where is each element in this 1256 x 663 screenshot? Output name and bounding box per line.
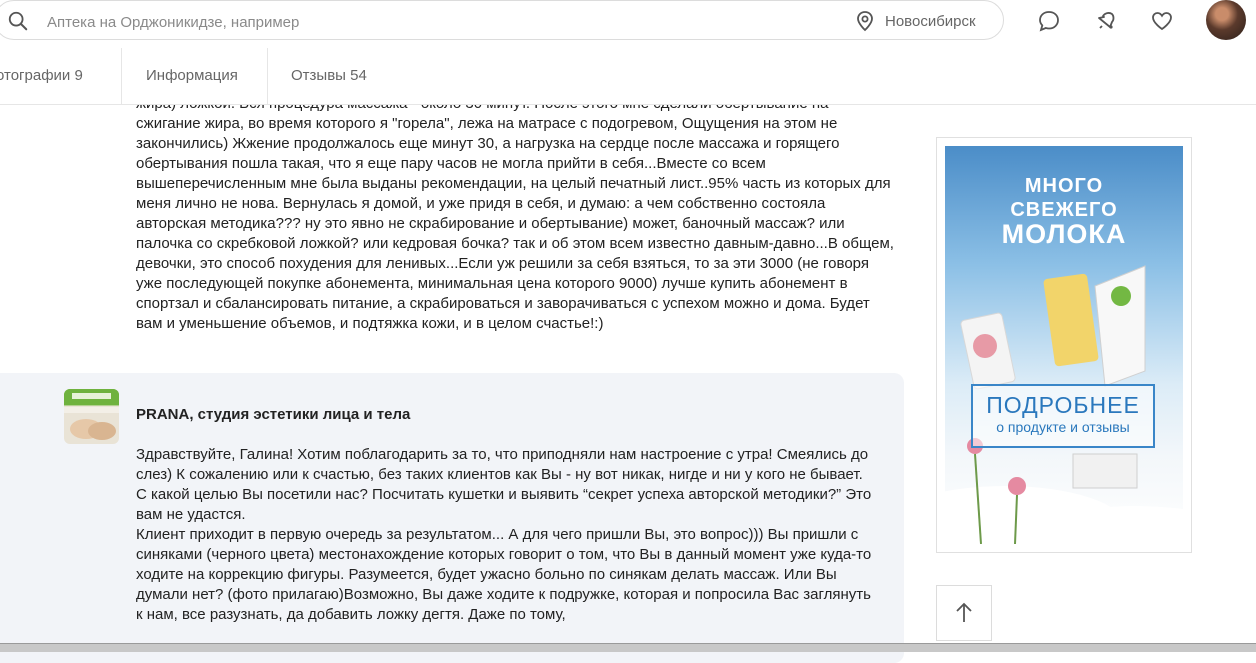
tab-bar: отографии 9 Информация Отзывы 54 [0,48,1256,105]
tab-divider [267,48,268,104]
top-bar: Новосибирск [0,0,1256,44]
response-paragraph: С какой целью Вы посетили нас? Посчитать… [136,486,872,523]
ad-title-line: МОЛОКА [1001,219,1127,249]
ad-title-line: МНОГО [1024,175,1104,197]
ad-more-sublabel: о продукте и отзывы [996,419,1130,435]
location-pin-icon [857,11,873,32]
tab-info[interactable]: Информация [146,48,238,104]
advertisement-banner[interactable]: МНОГО СВЕЖЕГО МОЛОКА ПОДРОБНЕЕ о продукт… [936,137,1192,553]
city-label: Новосибирск [885,12,976,30]
tab-photos[interactable]: отографии 9 [0,48,83,104]
organization-logo-image [64,389,119,440]
advertisement-title: МНОГО СВЕЖЕГО МОЛОКА [945,174,1183,249]
response-paragraph: Здравствуйте, Галина! Хотим поблагодарит… [136,446,869,483]
search-input[interactable] [45,10,609,34]
city-selector[interactable]: Новосибирск [855,9,976,33]
notification-icon[interactable] [1094,8,1120,34]
review-paragraph: жира) ложкой. Вся процедура массажа - ок… [136,95,894,332]
scroll-to-top-button[interactable] [936,585,992,641]
response-text: Здравствуйте, Галина! Хотим поблагодарит… [136,445,876,625]
arrow-up-icon [956,602,972,622]
avatar[interactable] [1206,0,1246,40]
search-box[interactable]: Новосибирск [0,0,1004,40]
favorites-icon[interactable] [1149,8,1175,34]
tab-divider [121,48,122,104]
ad-more-label: ПОДРОБНЕЕ [986,392,1140,418]
review-text: жира) ложкой. Вся процедура массажа - ок… [136,94,896,334]
advertisement-image[interactable]: МНОГО СВЕЖЕГО МОЛОКА ПОДРОБНЕЕ о продукт… [945,146,1183,544]
chat-icon[interactable] [1036,8,1062,34]
organization-name[interactable]: PRANA, студия эстетики лица и тела [136,406,410,423]
ad-more-button[interactable]: ПОДРОБНЕЕ о продукте и отзывы [971,384,1155,448]
tab-reviews[interactable]: Отзывы 54 [291,48,367,104]
organization-logo[interactable] [64,389,119,444]
search-icon[interactable] [7,10,29,32]
response-paragraph: Клиент приходит в первую очередь за резу… [136,526,872,623]
